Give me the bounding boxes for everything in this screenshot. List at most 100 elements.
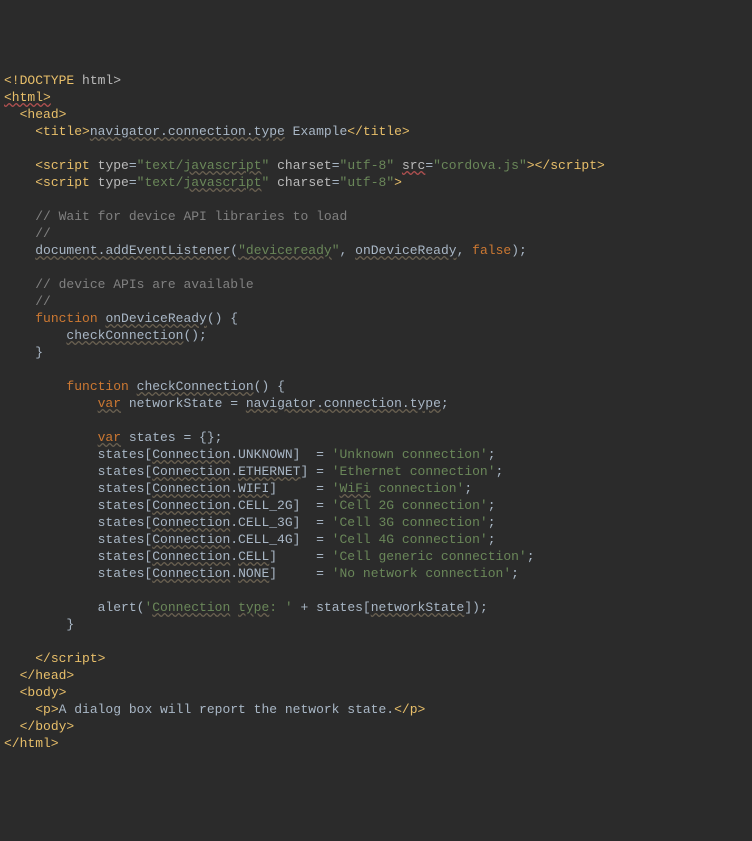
- code-token: .CELL_3G] =: [230, 515, 331, 530]
- code-token: onDeviceReady: [105, 311, 206, 326]
- code-token: ]);: [464, 600, 487, 615]
- code-line[interactable]: states[Connection.CELL] = 'Cell generic …: [4, 548, 752, 565]
- code-line[interactable]: </html>: [4, 735, 752, 752]
- code-line[interactable]: <title>navigator.connection.type Example…: [4, 123, 752, 140]
- code-token: ETHERNET: [238, 464, 300, 479]
- code-token: "cordova.js": [433, 158, 527, 173]
- code-token: [4, 209, 35, 224]
- code-line[interactable]: function onDeviceReady() {: [4, 310, 752, 327]
- code-line[interactable]: function checkConnection() {: [4, 378, 752, 395]
- code-line[interactable]: <!DOCTYPE html>: [4, 72, 752, 89]
- code-token: ": [262, 158, 278, 173]
- code-token: [4, 124, 35, 139]
- code-token: states[: [4, 498, 152, 513]
- code-line[interactable]: [4, 633, 752, 650]
- code-line[interactable]: states[Connection.WIFI] = 'WiFi connecti…: [4, 480, 752, 497]
- code-line[interactable]: <script type="text/javascript" charset="…: [4, 157, 752, 174]
- code-token: "text/: [137, 158, 184, 173]
- code-token: 'Cell 4G connection': [332, 532, 488, 547]
- code-token: var: [98, 396, 121, 411]
- code-token: false: [472, 243, 511, 258]
- code-token: "text/: [137, 175, 184, 190]
- code-token: .: [230, 566, 238, 581]
- code-token: =: [129, 158, 137, 173]
- code-token: deviceready: [246, 243, 332, 258]
- code-token: [230, 600, 238, 615]
- code-token: ;: [488, 532, 496, 547]
- code-token: ;: [488, 498, 496, 513]
- code-token: [4, 413, 12, 428]
- code-token: [4, 277, 35, 292]
- code-token: charset: [277, 158, 332, 173]
- code-token: Connection: [152, 515, 230, 530]
- code-line[interactable]: states[Connection.NONE] = 'No network co…: [4, 565, 752, 582]
- code-token: 'Unknown connection': [332, 447, 488, 462]
- code-line[interactable]: alert('Connection type: ' + states[netwo…: [4, 599, 752, 616]
- code-line[interactable]: [4, 191, 752, 208]
- code-token: .: [230, 464, 238, 479]
- code-line[interactable]: checkConnection();: [4, 327, 752, 344]
- code-token: );: [511, 243, 527, 258]
- code-line[interactable]: // Wait for device API libraries to load: [4, 208, 752, 225]
- code-line[interactable]: states[Connection.ETHERNET] = 'Ethernet …: [4, 463, 752, 480]
- code-token: ;: [527, 549, 535, 564]
- code-token: type: [98, 158, 129, 173]
- code-line[interactable]: [4, 361, 752, 378]
- code-token: "utf-8": [340, 158, 402, 173]
- code-token: .: [230, 481, 238, 496]
- code-line[interactable]: var networkState = navigator.connection.…: [4, 395, 752, 412]
- code-token: [4, 175, 35, 190]
- code-token: [4, 362, 12, 377]
- code-token: () {: [207, 311, 238, 326]
- code-line[interactable]: states[Connection.CELL_3G] = 'Cell 3G co…: [4, 514, 752, 531]
- code-token: ] =: [269, 566, 331, 581]
- code-line[interactable]: [4, 582, 752, 599]
- code-token: ,: [457, 243, 473, 258]
- code-line[interactable]: </script>: [4, 650, 752, 667]
- code-token: ,: [340, 243, 356, 258]
- code-line[interactable]: </head>: [4, 667, 752, 684]
- code-token: javascript: [183, 158, 261, 173]
- code-token: Connection: [152, 549, 230, 564]
- code-token: (: [230, 243, 238, 258]
- code-line[interactable]: states[Connection.CELL_2G] = 'Cell 2G co…: [4, 497, 752, 514]
- code-token: "utf-8": [340, 175, 395, 190]
- code-line[interactable]: //: [4, 293, 752, 310]
- code-line[interactable]: [4, 259, 752, 276]
- code-line[interactable]: <body>: [4, 684, 752, 701]
- code-token: [4, 260, 12, 275]
- code-line[interactable]: <head>: [4, 106, 752, 123]
- code-token: () {: [254, 379, 285, 394]
- code-line[interactable]: [4, 412, 752, 429]
- code-token: states = {};: [121, 430, 222, 445]
- code-token: 'Ethernet connection': [332, 464, 496, 479]
- code-line[interactable]: var states = {};: [4, 429, 752, 446]
- code-line[interactable]: [4, 140, 752, 157]
- code-line[interactable]: </body>: [4, 718, 752, 735]
- code-line[interactable]: <p>A dialog box will report the network …: [4, 701, 752, 718]
- code-token: //: [35, 226, 51, 241]
- code-token: type: [238, 600, 269, 615]
- code-token: </script>: [35, 651, 105, 666]
- code-token: [4, 311, 35, 326]
- code-token: : ': [269, 600, 300, 615]
- code-line[interactable]: document.addEventListener("deviceready",…: [4, 242, 752, 259]
- code-line[interactable]: // device APIs are available: [4, 276, 752, 293]
- code-editor[interactable]: <!DOCTYPE html><html> <head> <title>navi…: [4, 72, 752, 752]
- code-token: document.: [35, 243, 105, 258]
- code-line[interactable]: }: [4, 344, 752, 361]
- code-line[interactable]: states[Connection.CELL_4G] = 'Cell 4G co…: [4, 531, 752, 548]
- code-token: </html>: [4, 736, 59, 751]
- code-token: ": [262, 175, 278, 190]
- code-token: 'Cell 3G connection': [332, 515, 488, 530]
- code-line[interactable]: states[Connection.UNKNOWN] = 'Unknown co…: [4, 446, 752, 463]
- code-token: checkConnection: [137, 379, 254, 394]
- code-line[interactable]: //: [4, 225, 752, 242]
- code-token: states[: [4, 447, 152, 462]
- code-line[interactable]: }: [4, 616, 752, 633]
- code-token: ] =: [269, 481, 331, 496]
- code-token: [4, 158, 35, 173]
- code-line[interactable]: <html>: [4, 89, 752, 106]
- code-token: states[: [4, 549, 152, 564]
- code-line[interactable]: <script type="text/javascript" charset="…: [4, 174, 752, 191]
